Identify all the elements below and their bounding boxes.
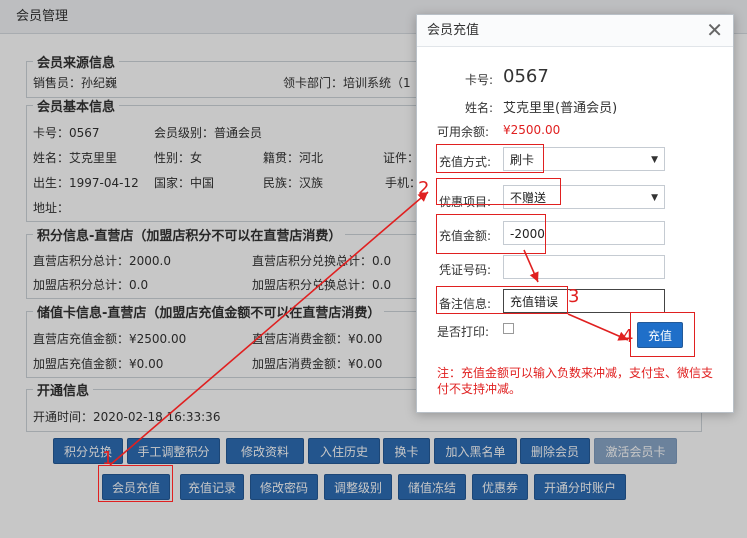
annotation-box-submit [630,312,695,357]
annotation-number-4: 4 [622,326,634,347]
card-value: 0567 [503,66,549,87]
close-icon[interactable]: ✕ [706,18,723,42]
dialog-title: 会员充值 [417,15,733,47]
print-label: 是否打印: [437,325,490,339]
print-checkbox[interactable] [503,323,514,334]
card-label: 卡号: [465,73,494,87]
annotation-box-remark [436,286,568,314]
name-value: 艾克里里(普通会员) [503,101,618,116]
dropdown-arrow-icon: ▼ [651,155,658,165]
annotation-box-recharge-button [98,465,173,502]
annotation-number-2: 2 [418,178,430,199]
annotation-number-1: 1 [102,448,114,469]
voucher-input[interactable] [503,255,665,279]
dropdown-arrow-icon: ▼ [651,193,658,203]
voucher-label: 凭证号码: [439,263,492,277]
balance-value: ¥2500.00 [503,123,561,137]
annotation-box-promo [436,178,561,205]
annotation-box-method [436,144,544,173]
balance-label: 可用余额: [437,125,490,139]
annotation-box-amount [436,214,546,254]
annotation-number-3: 3 [568,286,580,307]
name-label: 姓名: [465,101,494,115]
recharge-note: 注：充值金额可以输入负数来冲减，支付宝、微信支付不支持冲减。 [437,366,714,396]
